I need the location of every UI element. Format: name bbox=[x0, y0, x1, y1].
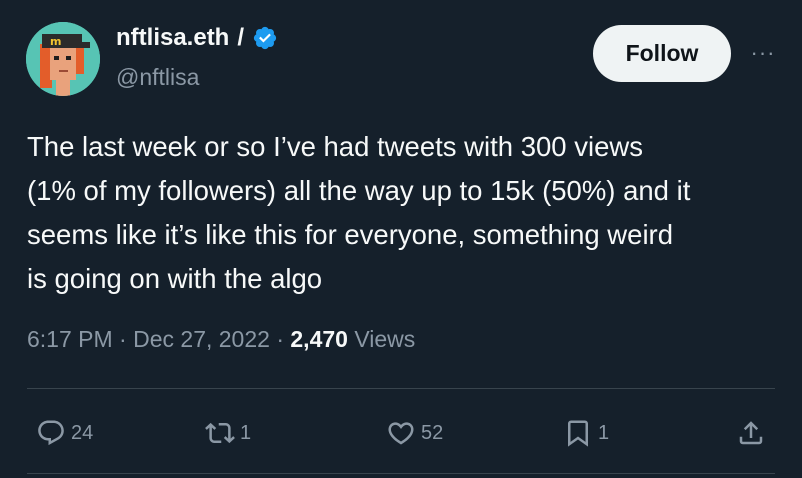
action-bar: 24 1 52 1 bbox=[0, 411, 802, 455]
views-label[interactable]: Views bbox=[354, 326, 415, 352]
avatar[interactable]: m bbox=[26, 22, 100, 96]
author-handle[interactable]: @nftlisa bbox=[116, 64, 199, 91]
follow-button[interactable]: Follow bbox=[593, 25, 731, 82]
heart-icon bbox=[388, 422, 414, 445]
tweet-time[interactable]: 6:17 PM bbox=[27, 326, 113, 352]
verified-badge-icon[interactable] bbox=[252, 25, 278, 51]
divider bbox=[27, 388, 775, 389]
share-button[interactable] bbox=[736, 411, 766, 455]
tweet-text-line: seems like it’s like this for everyone, … bbox=[27, 219, 674, 250]
tweet-metadata: 6:17 PM · Dec 27, 2022 · 2,470 Views bbox=[27, 326, 415, 353]
reply-button[interactable]: 24 bbox=[36, 411, 93, 455]
divider bbox=[27, 473, 775, 474]
like-button[interactable]: 52 bbox=[386, 411, 443, 455]
share-icon bbox=[739, 421, 763, 445]
bookmark-icon bbox=[568, 420, 588, 447]
tweet-date[interactable]: Dec 27, 2022 bbox=[133, 326, 270, 352]
avatar-image: m bbox=[26, 22, 100, 96]
reply-count: 24 bbox=[71, 421, 94, 444]
name-separator: / bbox=[237, 24, 245, 51]
retweet-icon bbox=[205, 422, 235, 444]
meta-separator: · bbox=[119, 326, 127, 352]
bookmark-count: 1 bbox=[598, 421, 610, 444]
author-name-row[interactable]: nftlisa.eth / bbox=[116, 24, 278, 52]
display-name[interactable]: nftlisa.eth bbox=[116, 24, 229, 52]
svg-text:m: m bbox=[50, 35, 61, 48]
retweet-count: 1 bbox=[240, 421, 252, 444]
bookmark-button[interactable]: 1 bbox=[563, 411, 609, 455]
tweet-text-line: is going on with the algo bbox=[27, 263, 323, 294]
views-count[interactable]: 2,470 bbox=[290, 326, 348, 352]
tweet-text-line: The last week or so I’ve had tweets with… bbox=[27, 131, 643, 162]
like-count: 52 bbox=[421, 421, 444, 444]
more-options-icon[interactable]: ··· bbox=[748, 38, 778, 68]
tweet-text-line: (1% of my followers) all the way up to 1… bbox=[27, 175, 691, 206]
retweet-button[interactable]: 1 bbox=[205, 411, 251, 455]
meta-separator: · bbox=[276, 326, 284, 352]
tweet-text: The last week or so I’ve had tweets with… bbox=[27, 125, 787, 301]
reply-icon bbox=[38, 420, 64, 446]
